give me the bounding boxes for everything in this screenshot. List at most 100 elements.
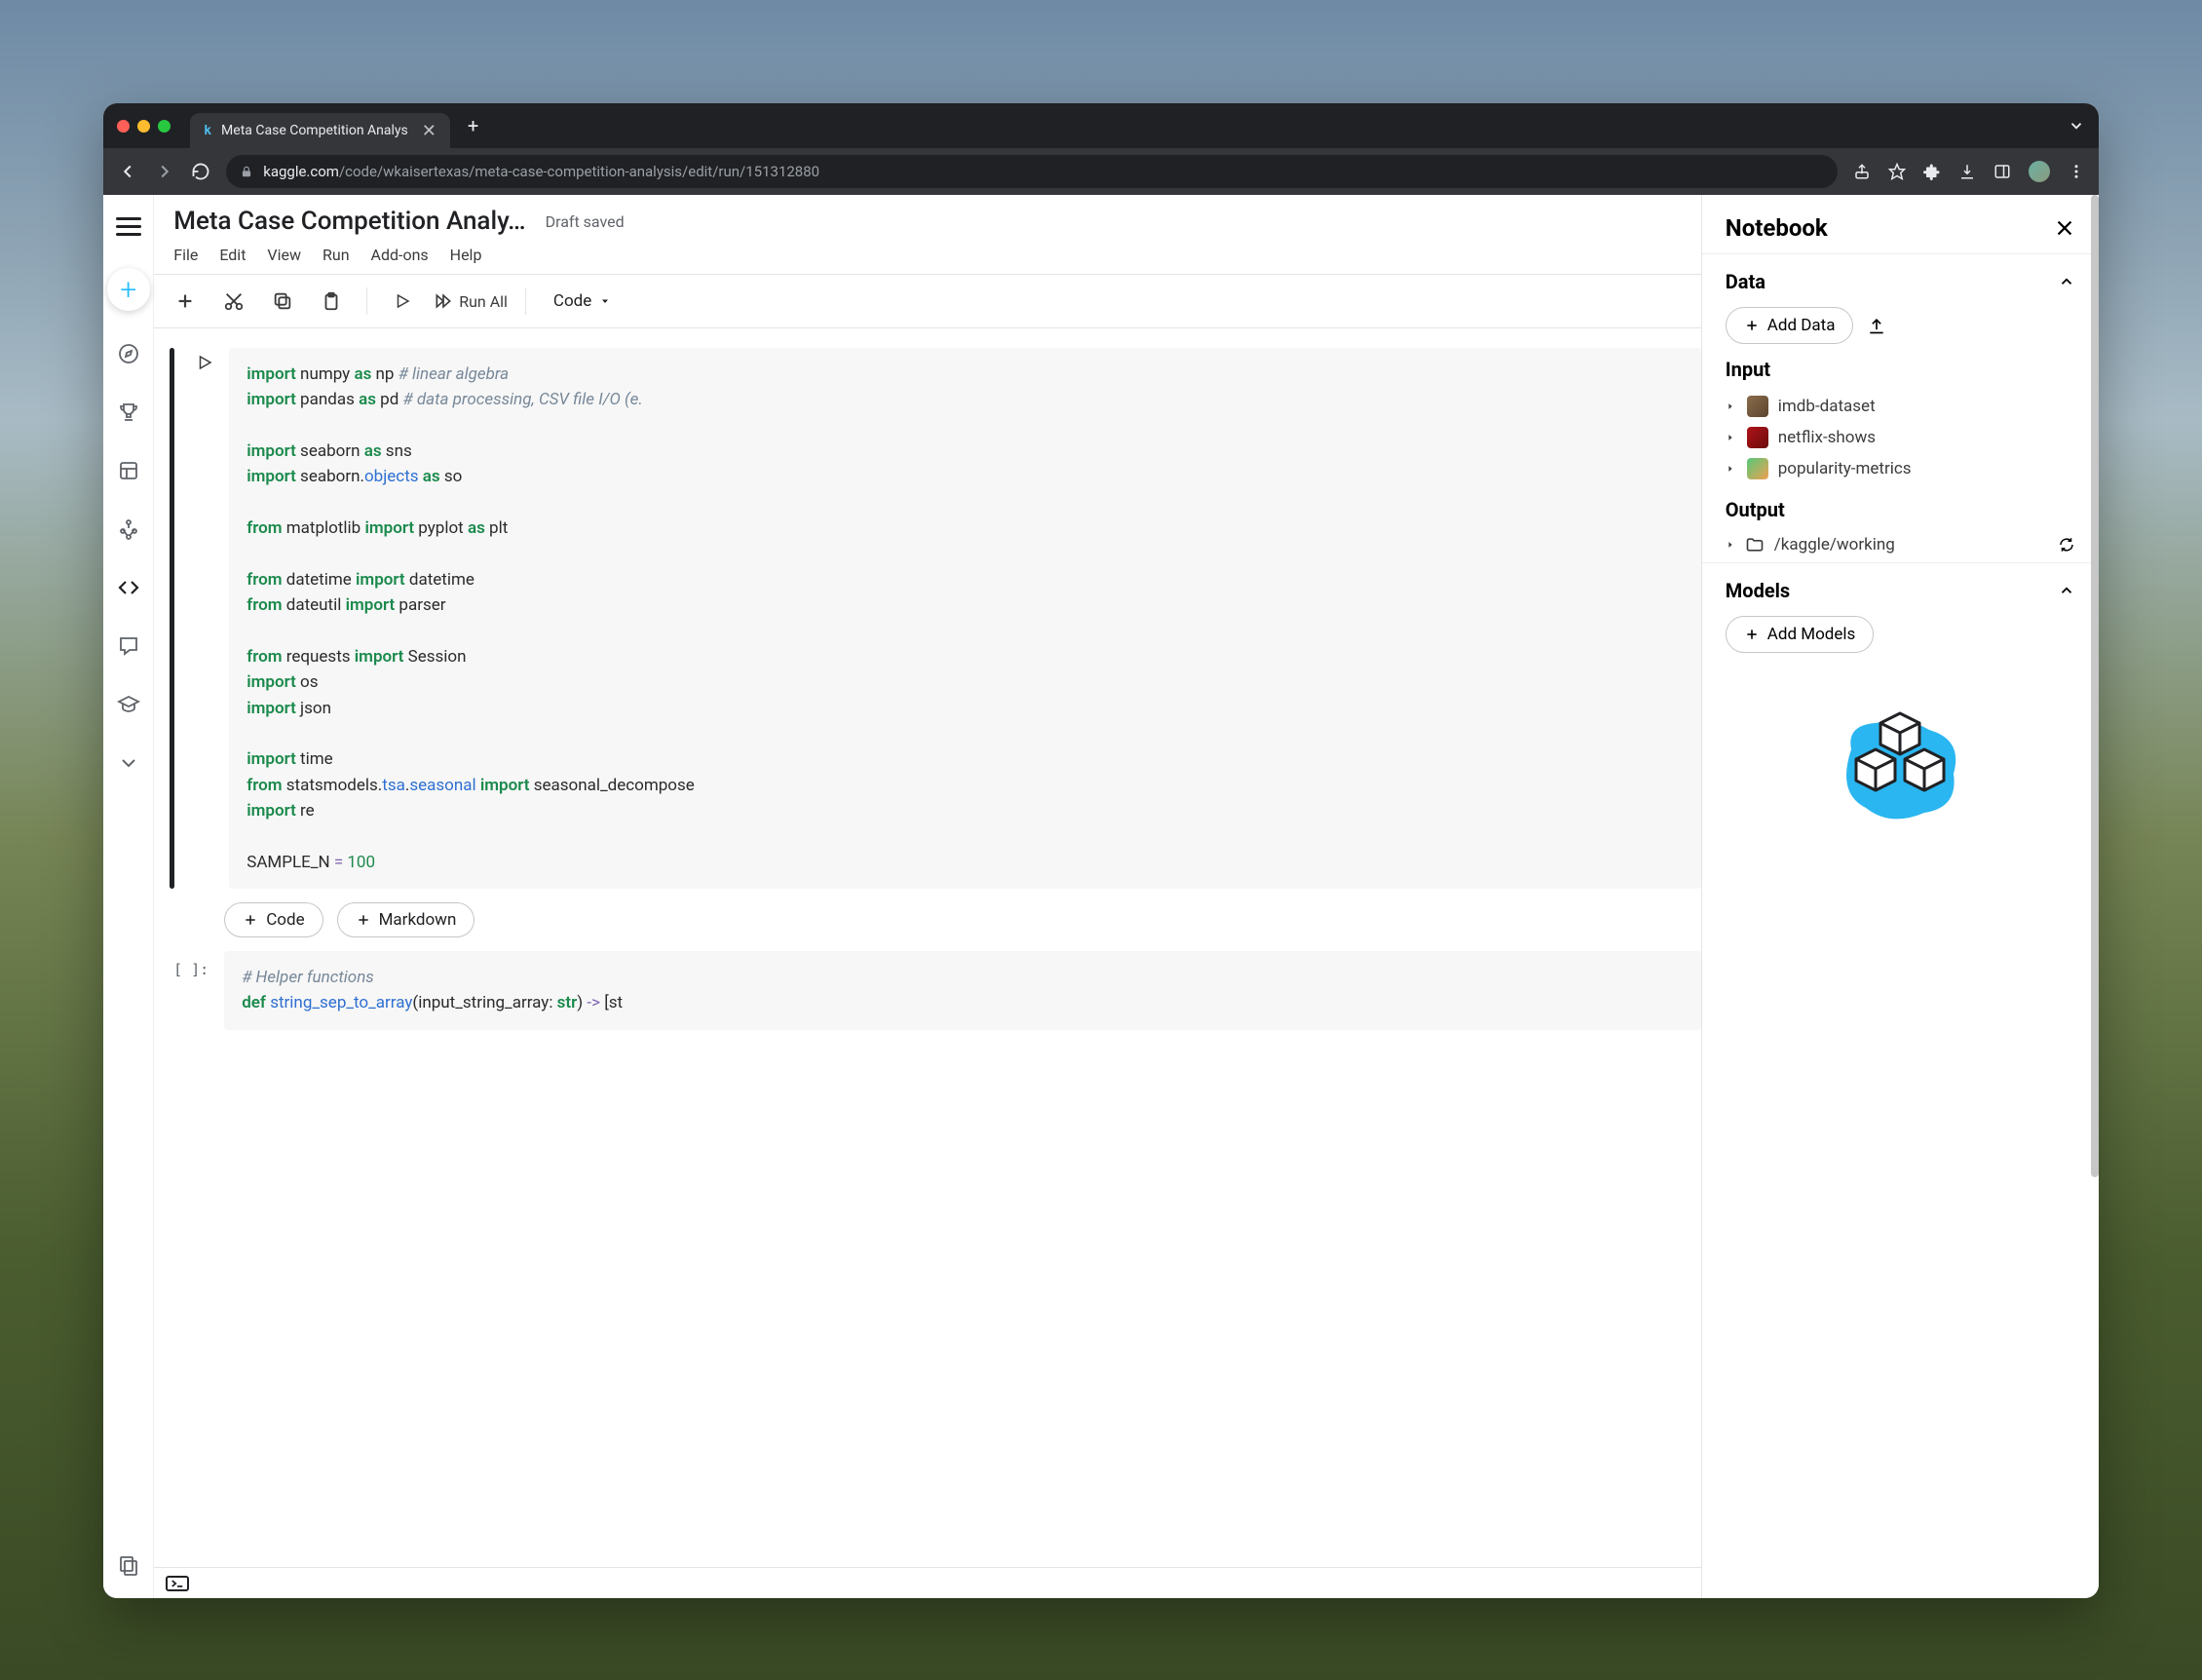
code-editor[interactable]: # Helper functions def string_sep_to_arr…: [224, 951, 1701, 1030]
discussions-icon[interactable]: [113, 630, 144, 662]
main-area: Meta Case Competition Analy… Draft saved…: [154, 195, 2099, 1598]
forward-button[interactable]: [154, 161, 175, 182]
menu-help[interactable]: Help: [450, 246, 482, 264]
share-icon[interactable]: [1853, 163, 1871, 180]
add-cell-button[interactable]: [168, 284, 203, 319]
right-panel-header: Notebook: [1702, 195, 2099, 253]
editor-body[interactable]: import numpy as np # linear algebra impo…: [154, 328, 1701, 1567]
bookmark-star-icon[interactable]: [1888, 163, 1906, 180]
editor-toolbar: Run All Code: [154, 274, 1701, 328]
add-data-button[interactable]: Add Data: [1726, 307, 1854, 344]
menubar: File Edit View Run Add-ons Help: [173, 236, 1682, 274]
paste-button[interactable]: [314, 284, 349, 319]
output-folder-item[interactable]: /kaggle/working: [1726, 535, 1895, 554]
models-heading: Models: [1726, 579, 1790, 602]
caret-right-icon: [1726, 401, 1737, 411]
more-chevron-icon[interactable]: [113, 747, 144, 779]
save-status: Draft saved: [546, 212, 625, 231]
run-all-button[interactable]: Run All: [434, 284, 508, 319]
kaggle-page: + Meta Case Competition Analy… Draft sav…: [103, 195, 2099, 1598]
dataset-name: imdb-dataset: [1778, 397, 1876, 416]
close-panel-button[interactable]: [2054, 217, 2075, 239]
code-icon[interactable]: [113, 572, 144, 603]
sidepanel-icon[interactable]: [1993, 163, 2011, 180]
cell-type-dropdown[interactable]: Code: [553, 291, 611, 311]
upload-data-icon[interactable]: [1867, 316, 1886, 335]
models-illustration: [1726, 667, 2075, 838]
cell-prompt: [ ]:: [170, 951, 214, 978]
dataset-item[interactable]: netflix-shows: [1726, 422, 2075, 453]
cut-button[interactable]: [216, 284, 251, 319]
kaggle-favicon: k: [204, 124, 211, 138]
add-cell-row: Code Markdown: [170, 889, 1701, 951]
browser-window: k Meta Case Competition Analys ✕ + kaggl…: [103, 103, 2099, 1598]
kebab-menu-icon[interactable]: [2068, 163, 2085, 180]
code-editor[interactable]: import numpy as np # linear algebra impo…: [229, 348, 1701, 889]
data-section: Data Add Data Input imdb-datasetnetflix-…: [1702, 253, 2099, 562]
menu-addons[interactable]: Add-ons: [371, 246, 429, 264]
new-tab-button[interactable]: +: [458, 114, 488, 137]
copy-button[interactable]: [265, 284, 300, 319]
dataset-item[interactable]: imdb-dataset: [1726, 391, 2075, 422]
reload-button[interactable]: [191, 162, 210, 181]
output-heading: Output: [1726, 498, 2075, 521]
view-active-events-icon[interactable]: [113, 1549, 144, 1581]
traffic-lights: [117, 120, 171, 133]
notebook-editor: Meta Case Competition Analy… Draft saved…: [154, 195, 1701, 1598]
window-titlebar: k Meta Case Competition Analys ✕ +: [103, 103, 2099, 148]
dataset-name: netflix-shows: [1778, 428, 1876, 447]
create-fab-button[interactable]: +: [107, 268, 150, 311]
extensions-icon[interactable]: [1923, 163, 1941, 180]
dataset-name: popularity-metrics: [1778, 459, 1912, 478]
datasets-icon[interactable]: [113, 455, 144, 486]
maximize-window-button[interactable]: [158, 120, 171, 133]
notebook-title[interactable]: Meta Case Competition Analy…: [173, 207, 525, 236]
right-panel-title: Notebook: [1726, 214, 1828, 242]
browser-tab[interactable]: k Meta Case Competition Analys ✕: [190, 113, 450, 148]
profile-avatar[interactable]: [2029, 161, 2050, 182]
tabs-dropdown-button[interactable]: [2068, 117, 2085, 134]
learn-icon[interactable]: [113, 689, 144, 720]
console-bar: [154, 1567, 1701, 1598]
models-section: Models Add Models: [1702, 562, 2099, 846]
cell-type-label: Code: [553, 291, 591, 311]
url-host: kaggle.com: [263, 163, 339, 180]
collapse-models-icon[interactable]: [2058, 582, 2075, 599]
close-tab-button[interactable]: ✕: [422, 121, 437, 141]
back-button[interactable]: [117, 161, 138, 182]
add-code-cell-button[interactable]: Code: [224, 902, 323, 937]
menu-run[interactable]: Run: [323, 246, 350, 264]
hamburger-menu-button[interactable]: [116, 212, 141, 241]
console-toggle-icon[interactable]: [166, 1576, 189, 1591]
code-cell[interactable]: import numpy as np # linear algebra impo…: [170, 348, 1701, 889]
address-bar[interactable]: kaggle.com/code/wkaisertexas/meta-case-c…: [226, 155, 1838, 188]
tab-title: Meta Case Competition Analys: [221, 123, 408, 138]
add-models-button[interactable]: Add Models: [1726, 616, 1875, 653]
downloads-icon[interactable]: [1958, 163, 1976, 180]
caret-right-icon: [1726, 433, 1737, 442]
run-all-label: Run All: [459, 292, 508, 311]
minimize-window-button[interactable]: [137, 120, 150, 133]
dataset-thumbnail: [1747, 427, 1768, 448]
dataset-thumbnail: [1747, 458, 1768, 479]
trophy-icon[interactable]: [113, 397, 144, 428]
menu-file[interactable]: File: [173, 246, 198, 264]
run-button[interactable]: [385, 284, 420, 319]
dataset-item[interactable]: popularity-metrics: [1726, 453, 2075, 484]
run-cell-icon[interactable]: [196, 354, 213, 371]
collapse-data-icon[interactable]: [2058, 273, 2075, 290]
add-markdown-cell-button[interactable]: Markdown: [337, 902, 475, 937]
folder-icon: [1745, 535, 1765, 554]
data-heading: Data: [1726, 270, 1765, 293]
right-panel: Notebook Data Add Data: [1701, 195, 2099, 1598]
models-icon[interactable]: [113, 514, 144, 545]
caret-right-icon: [1726, 464, 1737, 474]
menu-view[interactable]: View: [267, 246, 301, 264]
close-window-button[interactable]: [117, 120, 130, 133]
compass-icon[interactable]: [113, 338, 144, 369]
code-cell[interactable]: [ ]: # Helper functions def string_sep_t…: [170, 951, 1701, 1030]
browser-right-icons: [1853, 161, 2085, 182]
refresh-output-icon[interactable]: [2058, 536, 2075, 554]
menu-edit[interactable]: Edit: [219, 246, 246, 264]
left-nav-rail: +: [103, 195, 154, 1598]
